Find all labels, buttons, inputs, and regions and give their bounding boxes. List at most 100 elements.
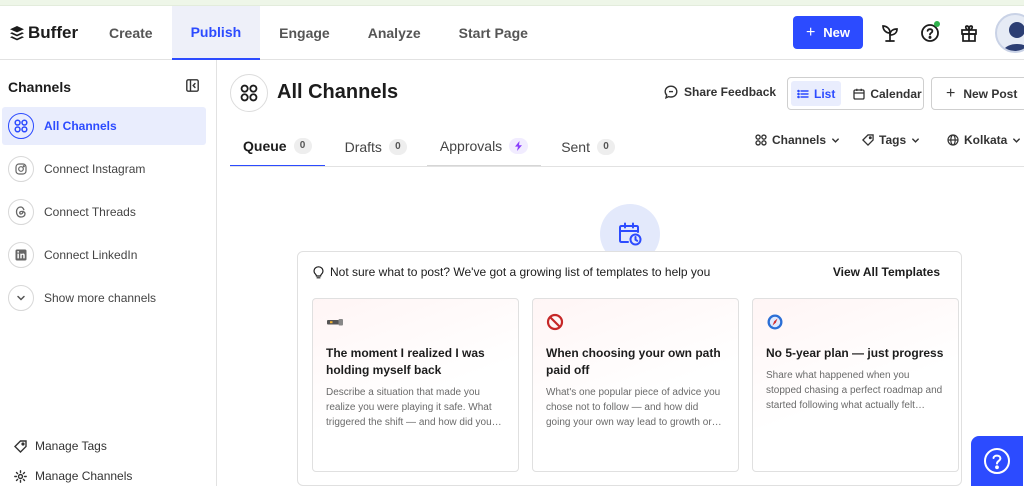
view-all-templates-link[interactable]: View All Templates bbox=[833, 265, 940, 279]
nav-publish[interactable]: Publish bbox=[171, 6, 261, 60]
tags-filter-label: Tags bbox=[879, 133, 907, 147]
tab-label: Approvals bbox=[439, 137, 503, 154]
chevron-down-icon bbox=[1013, 137, 1021, 143]
grid-icon bbox=[240, 84, 258, 102]
main-content: All Channels Share Feedback List Calenda… bbox=[218, 60, 1024, 486]
calendar-view-label: Calendar bbox=[870, 86, 922, 101]
tab-sent[interactable]: Sent 0 bbox=[548, 126, 628, 167]
timezone-filter[interactable]: Kolkata bbox=[947, 133, 1021, 147]
sidebar-item-label: Show more channels bbox=[44, 291, 157, 305]
template-card[interactable]: No 5-year plan — just progress Share wha… bbox=[752, 298, 959, 472]
help-chat-button[interactable] bbox=[971, 436, 1023, 486]
notification-dot bbox=[934, 21, 940, 27]
nav-analyze[interactable]: Analyze bbox=[349, 6, 440, 60]
sidebar-item-all-channels[interactable]: All Channels bbox=[2, 107, 206, 145]
share-feedback-label: Share Feedback bbox=[684, 85, 777, 99]
brand-logo[interactable]: Buffer bbox=[10, 23, 78, 43]
templates-heading: Not sure what to post? We've got a growi… bbox=[313, 265, 710, 279]
channels-filter[interactable]: Channels bbox=[755, 133, 840, 147]
lightbulb-icon bbox=[313, 265, 324, 278]
tab-label: Sent bbox=[561, 138, 590, 155]
template-description: Share what happened when you stopped cha… bbox=[766, 370, 943, 411]
sidebar-item-label: All Channels bbox=[44, 119, 117, 133]
grid-icon bbox=[755, 134, 767, 146]
calendar-view-button[interactable]: Calendar bbox=[847, 81, 927, 106]
tab-label: Drafts bbox=[344, 138, 382, 155]
threads-icon bbox=[8, 199, 34, 225]
nav-start-page[interactable]: Start Page bbox=[440, 6, 547, 60]
nav-engage[interactable]: Engage bbox=[260, 6, 349, 60]
help-circle-icon bbox=[984, 448, 1010, 474]
buffer-logo-icon bbox=[10, 25, 24, 40]
sprout-icon[interactable] bbox=[879, 22, 901, 44]
template-title: No 5-year plan — just progress bbox=[766, 346, 944, 360]
prohibited-icon bbox=[546, 313, 564, 331]
timezone-filter-label: Kolkata bbox=[964, 133, 1008, 147]
templates-panel: Not sure what to post? We've got a growi… bbox=[297, 251, 962, 486]
avatar[interactable] bbox=[995, 13, 1024, 53]
manage-tags-label: Manage Tags bbox=[35, 439, 107, 453]
tag-icon bbox=[862, 134, 874, 146]
tab-count: 0 bbox=[597, 138, 615, 155]
template-card[interactable]: When choosing your own path paid off Wha… bbox=[532, 298, 739, 472]
tabs-divider bbox=[230, 166, 1024, 167]
tag-icon bbox=[14, 439, 27, 453]
new-post-label: New Post bbox=[963, 86, 1018, 101]
templates-heading-text: Not sure what to post? We've got a growi… bbox=[330, 265, 711, 279]
new-button-label: New bbox=[823, 25, 851, 40]
view-toggle: List Calendar bbox=[787, 77, 924, 110]
help-circle-icon[interactable] bbox=[919, 21, 941, 44]
manage-channels-label: Manage Channels bbox=[35, 469, 133, 483]
tags-filter[interactable]: Tags bbox=[862, 133, 920, 147]
channels-sidebar: Channels All Channels Connect Instagram … bbox=[0, 60, 217, 486]
gear-icon bbox=[14, 469, 27, 483]
lightning-icon bbox=[509, 137, 529, 154]
linkedin-icon bbox=[8, 242, 34, 268]
gift-icon[interactable] bbox=[958, 22, 980, 44]
list-view-button[interactable]: List bbox=[791, 81, 842, 106]
template-card[interactable]: The moment I realized I was holding myse… bbox=[312, 298, 519, 472]
manage-channels-link[interactable]: Manage Channels bbox=[14, 469, 132, 483]
template-description: What's one popular piece of advice you c… bbox=[546, 387, 722, 428]
post-status-tabs: Queue 0 Drafts 0 Approvals Sent 0 bbox=[230, 126, 628, 167]
tab-drafts[interactable]: Drafts 0 bbox=[332, 126, 420, 167]
new-button[interactable]: + New bbox=[793, 16, 863, 49]
calendar-clock-icon bbox=[619, 222, 642, 246]
tab-queue[interactable]: Queue 0 bbox=[230, 126, 325, 167]
manage-tags-link[interactable]: Manage Tags bbox=[14, 439, 107, 453]
sidebar-item-label: Connect LinkedIn bbox=[44, 248, 138, 262]
top-navigation-bar: Buffer Create Publish Engage Analyze Sta… bbox=[0, 6, 1024, 60]
list-view-label: List bbox=[814, 86, 836, 101]
template-title: When choosing your own path paid off bbox=[546, 346, 721, 377]
sidebar-item-label: Connect Instagram bbox=[44, 162, 146, 176]
tab-count: 0 bbox=[388, 138, 407, 155]
list-icon bbox=[797, 89, 809, 98]
tab-count: 0 bbox=[293, 137, 312, 154]
channels-filter-label: Channels bbox=[772, 133, 827, 147]
share-feedback-button[interactable]: Share Feedback bbox=[664, 85, 776, 99]
page-title: All Channels bbox=[277, 81, 399, 103]
template-description: Describe a situation that made you reali… bbox=[326, 387, 502, 428]
tab-label: Queue bbox=[243, 137, 287, 154]
sidebar-item-connect-threads[interactable]: Connect Threads bbox=[2, 193, 206, 231]
nav-create[interactable]: Create bbox=[90, 6, 172, 60]
calendar-icon bbox=[853, 88, 865, 100]
brand-name: Buffer bbox=[28, 23, 79, 42]
collapse-sidebar-icon[interactable] bbox=[186, 79, 200, 93]
primary-nav: Create Publish Engage Analyze Start Page bbox=[90, 6, 547, 60]
compass-icon bbox=[766, 313, 784, 331]
sidebar-item-connect-linkedin[interactable]: Connect LinkedIn bbox=[2, 236, 206, 274]
tab-approvals[interactable]: Approvals bbox=[426, 126, 542, 167]
chevron-down-icon bbox=[832, 137, 839, 143]
feedback-icon bbox=[664, 85, 678, 99]
sidebar-title: Channels bbox=[8, 79, 72, 95]
sidebar-item-show-more-channels[interactable]: Show more channels bbox=[2, 279, 206, 317]
instagram-icon bbox=[8, 156, 34, 182]
globe-icon bbox=[947, 134, 959, 146]
plus-icon: + bbox=[805, 23, 816, 41]
sidebar-item-connect-instagram[interactable]: Connect Instagram bbox=[2, 150, 206, 188]
flashlight-icon bbox=[326, 313, 344, 331]
new-post-button[interactable]: + New Post bbox=[931, 77, 1024, 110]
chevron-down-icon bbox=[912, 137, 920, 143]
all-channels-badge bbox=[230, 74, 268, 112]
